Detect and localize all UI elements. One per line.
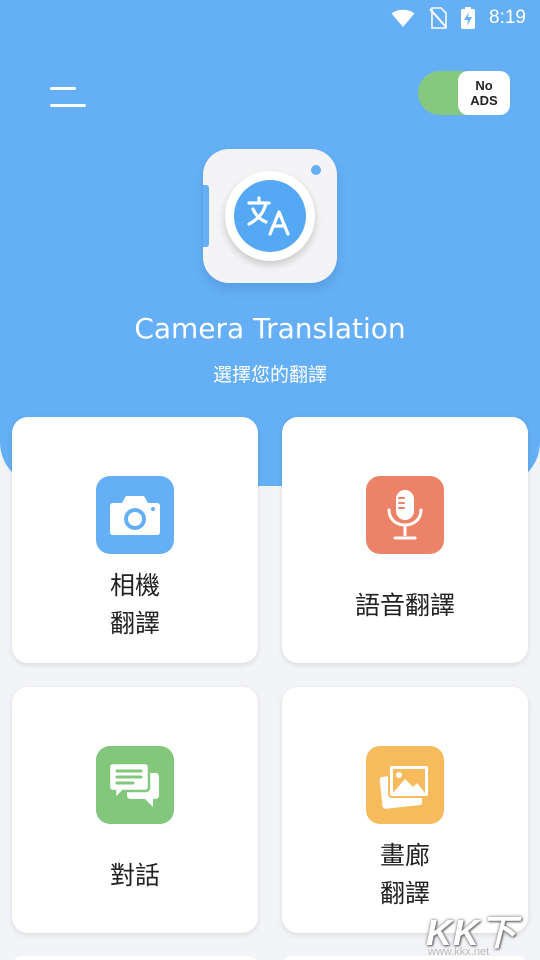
camera-translation-card[interactable]: 相機 翻譯 [12, 417, 258, 663]
no-ads-label-line2: ADS [470, 93, 498, 108]
no-sim-icon [429, 7, 447, 29]
watermark-url: www.kkx.net [428, 946, 490, 958]
voice-translation-card[interactable]: 語音翻譯 [282, 417, 528, 663]
next-row-card [12, 956, 258, 960]
wifi-icon [391, 8, 415, 28]
app-subtitle: 選擇您的翻譯 [212, 364, 327, 386]
battery-charging-icon [461, 7, 476, 29]
conversation-card[interactable]: 對話 [12, 687, 258, 933]
logo-flash-dot [311, 165, 321, 175]
status-time: 8:19 [489, 7, 526, 28]
voice-card-label: 語音翻譯 [354, 591, 455, 620]
logo-side-accent [203, 185, 209, 247]
gallery-translation-card[interactable]: 畫廊 翻譯 [282, 687, 528, 933]
conversation-card-label: 對話 [109, 861, 160, 890]
screen: 8:19 No ADS Camera Translation 選擇您的翻譯 相機… [0, 0, 540, 960]
no-ads-label-line1: No [475, 78, 493, 93]
app-title: Camera Translation [134, 312, 406, 345]
camera-icon [96, 476, 174, 554]
no-ads-knob: No ADS [458, 71, 510, 115]
microphone-icon [366, 476, 444, 554]
no-ads-toggle[interactable]: No ADS [418, 71, 510, 115]
translate-lens-icon [234, 180, 306, 252]
hamburger-menu-icon[interactable] [50, 82, 90, 112]
menu-line [50, 87, 76, 90]
menu-line [50, 104, 86, 107]
camera-card-label-line2: 翻譯 [109, 609, 160, 638]
logo-lens [225, 171, 315, 261]
status-bar: 8:19 [0, 0, 540, 36]
camera-card-label-line1: 相機 [109, 571, 160, 600]
gallery-card-label-line1: 畫廊 [379, 841, 430, 870]
app-logo [203, 149, 337, 283]
gallery-images-icon [366, 746, 444, 824]
watermark: KK下载 www.kkx.net [420, 902, 540, 960]
chat-bubbles-icon [96, 746, 174, 824]
